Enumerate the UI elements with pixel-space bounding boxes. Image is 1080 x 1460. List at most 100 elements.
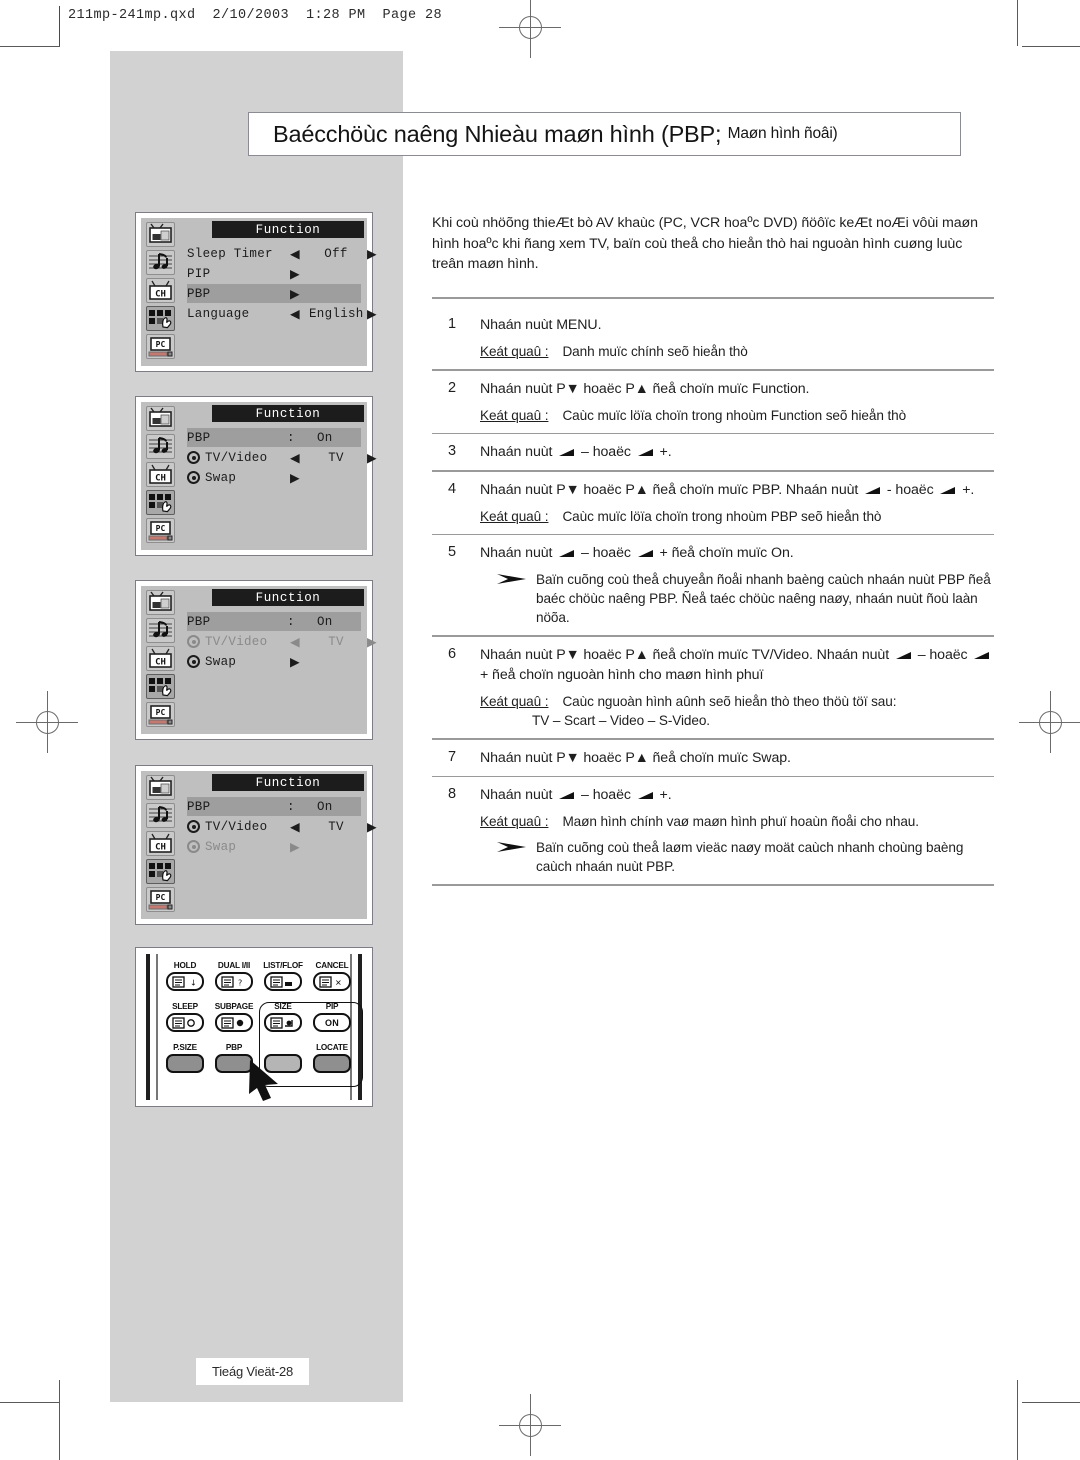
chevron-right-icon[interactable]: ▶ [367,306,377,322]
osd-row-pbp[interactable]: PBP ▶ [187,284,361,303]
step-number: 5 [448,544,457,561]
step-body: Nhaán nuùt P▼ hoaëc P▲ ñeå choïn muïc PB… [480,480,994,526]
remote-label-pbp: PBP [225,1043,243,1052]
osd-icon-rail: CH PC [141,218,179,366]
remote-button-cancel[interactable]: ✕ [313,972,351,991]
print-file-header: 211mp-241mp.qxd 2/10/2003 1:28 PM Page 2… [68,8,443,23]
pc-icon[interactable]: PC [145,887,175,912]
osd-row-label: Language [187,306,250,321]
tv-picture-icon[interactable] [145,406,175,431]
osd-row-swap[interactable]: Swap ▶ [187,652,361,671]
osd-icon-rail: CH PC [141,402,179,550]
osd-row-label: PBP [187,799,211,814]
step-3: 3 Nhaán nuùt – hoaëc +. [432,434,994,470]
step-result: Keát quaû : Caùc muïc löïa choïn trong nh… [480,406,994,425]
step-result: Keát quaû : Caùc nguoàn hình aûnh seõ hie… [480,692,994,730]
osd-row-pbp[interactable]: PBP: On [187,428,361,447]
sound-note-icon[interactable] [145,618,175,643]
radio-bullet-icon [187,820,200,833]
volume-glyph-icon [865,486,881,494]
svg-text:✕: ✕ [335,978,342,987]
osd-row-swap[interactable]: Swap ▶ [187,837,361,856]
osd-row-pbp[interactable]: PBP: On [187,797,361,816]
channel-ch-icon[interactable]: CH [145,462,175,487]
osd-header-function: Function [212,405,364,422]
crop-mark-tl-h [0,46,60,47]
step-text: Nhaán nuùt [480,787,557,804]
steps-bottom-rule [432,884,994,887]
chevron-right-icon[interactable]: ▶ [367,450,377,466]
tv-picture-icon[interactable] [145,222,175,247]
step-5: 5 Nhaán nuùt – hoaëc + ñeå choïn muïc On.… [432,535,994,635]
page-title-bar: Baécchöùc naêng Nhieàu maøn hình (PBP; M… [248,112,961,156]
registration-mark-top [499,0,561,58]
osd-icon-rail: CH PC [141,586,179,734]
remote-button-hold[interactable]: ↓ [166,972,204,991]
remote-button-list-flof[interactable] [264,972,302,991]
step-result-text-2: TV – Scart – Video – S-Video. [532,712,710,728]
osd-row-tv-video[interactable]: TV/Video ◀ TV ▶ [187,448,377,467]
step-result-text: Maøn hình chính vaø maøn hình phuï hoaùn… [562,814,919,830]
volume-glyph-icon [940,486,956,494]
step-result-text: Caùc muïc löïa choïn trong nhoùm PBP seõ… [562,508,882,524]
remote-label-list-flof: LIST/FLOF [263,961,303,970]
chevron-left-icon[interactable]: ◀ [290,819,300,835]
chevron-left-icon[interactable]: ◀ [290,306,300,322]
step-text: Nhaán nuùt MENU. [480,317,602,333]
radio-bullet-icon [187,451,200,464]
remote-button-dual-i-ii[interactable]: ? [215,972,253,991]
osd-icon-rail: CH PC [141,771,179,919]
osd-row-colon: : [287,430,295,445]
header-divider-rule [59,6,60,46]
tv-picture-icon[interactable] [145,590,175,615]
osd-row-value: English [309,306,364,321]
step-1: 1 Nhaán nuùt MENU. Keát quaû : Danh muïc ch… [432,307,994,369]
osd-row-tv-video[interactable]: TV/Video ◀ TV ▶ [187,817,377,836]
step-number: 3 [448,443,457,460]
panel-tvvideo-selected: CH PC Function PBP: On TV/Video ◀ TV ▶ Swap ▶ [135,765,377,925]
channel-ch-icon[interactable]: CH [145,646,175,671]
chevron-left-icon[interactable]: ◀ [290,634,300,650]
osd-row-value: On [317,430,333,445]
pc-icon[interactable]: PC [145,518,175,543]
pc-icon[interactable]: PC [145,702,175,727]
svg-text:↓: ↓ [190,978,197,987]
panel-swap-selected: CH PC Function PBP: On TV/Video ◀ TV ▶ Swap ▶ [135,580,377,740]
tv-picture-icon[interactable] [145,775,175,800]
chevron-left-icon[interactable]: ◀ [290,246,300,262]
function-hand-icon[interactable] [145,306,175,331]
channel-ch-icon[interactable]: CH [145,831,175,856]
step-body: Nhaán nuùt – hoaëc +. Keát quaû : Maøn hìn… [480,785,994,876]
remote-label-sleep: SLEEP [172,1002,198,1011]
osd-row-pbp[interactable]: PBP: On [187,612,361,631]
chevron-right-icon[interactable]: ▶ [367,246,377,262]
radio-bullet-icon [187,655,200,668]
remote-button-sleep[interactable] [166,1013,204,1032]
step-text: Nhaán nuùt P▼ hoaëc P▲ ñeå choïn muïc TV… [480,646,893,663]
note-arrow-icon [497,574,526,585]
chevron-right-icon[interactable]: ▶ [367,819,377,835]
osd-row-label: PIP [187,266,211,281]
osd-row-pip[interactable]: PIP ▶ [187,264,361,283]
step-7: 7 Nhaán nuùt P▼ hoaëc P▲ ñeå choïn muïc S… [432,740,994,776]
function-hand-icon[interactable] [145,490,175,515]
function-hand-icon[interactable] [145,674,175,699]
sound-note-icon[interactable] [145,434,175,459]
channel-ch-icon[interactable]: CH [145,278,175,303]
osd-row-tv-video[interactable]: TV/Video ◀ TV ▶ [187,632,377,651]
function-hand-icon[interactable] [145,859,175,884]
sound-note-icon[interactable] [145,803,175,828]
step-main-line: Nhaán nuùt – hoaëc +. [480,787,672,804]
remote-label-p-size: P.SIZE [173,1043,197,1052]
remote-button-p-size[interactable] [166,1054,204,1073]
remote-button-subpage[interactable] [215,1013,253,1032]
chevron-left-icon[interactable]: ◀ [290,450,300,466]
osd-row-label: Swap [205,654,237,669]
page-title-main: Baécchöùc naêng Nhieàu maøn hình (PBP; [273,120,728,147]
chevron-right-icon[interactable]: ▶ [367,634,377,650]
sound-note-icon[interactable] [145,250,175,275]
osd-row-language[interactable]: Language ◀ English ▶ [187,304,377,323]
osd-row-sleep-timer[interactable]: Sleep Timer ◀ Off ▶ [187,244,377,263]
osd-row-swap[interactable]: Swap ▶ [187,468,361,487]
pc-icon[interactable]: PC [145,334,175,359]
